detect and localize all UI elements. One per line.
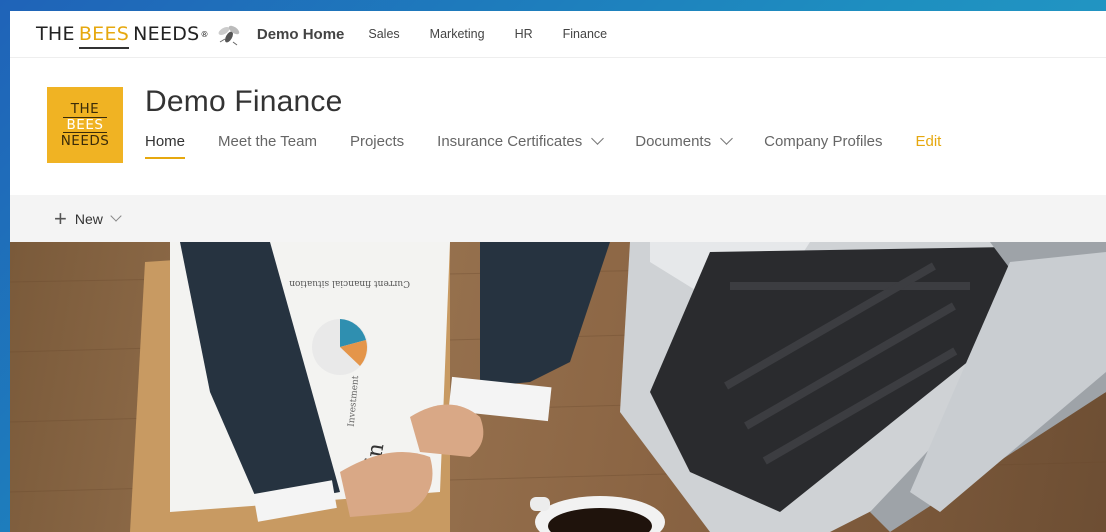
new-button-label: New — [74, 210, 103, 227]
site-top-navigation: Home Meet the Team Projects Insurance Ce… — [145, 132, 974, 159]
command-bar: + New — [10, 195, 1106, 242]
hub-brand-logo[interactable]: THE BEES NEEDS ® — [36, 23, 209, 49]
chevron-down-icon — [110, 209, 122, 222]
hub-link-finance[interactable]: Finance — [563, 27, 607, 41]
nav-label: Documents — [635, 133, 712, 150]
hub-link-hr[interactable]: HR — [515, 27, 533, 41]
hero-photo-illustration: Current financial situation Fin Investme… — [10, 242, 1106, 532]
site-info: Demo Finance Home Meet the Team Projects… — [145, 85, 974, 195]
nav-label: Home — [145, 133, 186, 150]
brand-word-bees: BEES — [78, 23, 130, 49]
nav-label: Meet the Team — [218, 133, 317, 150]
registered-mark: ® — [200, 29, 209, 39]
site-logo[interactable]: THE BEES NEEDS — [47, 87, 123, 163]
nav-item-projects[interactable]: Projects — [350, 133, 404, 150]
site-logo-the: THE — [70, 101, 100, 117]
nav-item-company-profiles[interactable]: Company Profiles — [764, 133, 882, 150]
chevron-down-icon — [720, 132, 733, 145]
site-logo-needs: NEEDS — [60, 133, 110, 149]
paper-heading: Current financial situation — [289, 278, 410, 288]
nav-item-documents[interactable]: Documents — [635, 132, 733, 150]
nav-item-insurance-certificates[interactable]: Insurance Certificates — [437, 132, 605, 150]
bee-icon — [218, 25, 240, 46]
edit-navigation-link[interactable]: Edit — [916, 133, 942, 150]
hub-link-marketing[interactable]: Marketing — [430, 27, 485, 41]
nav-label: Projects — [349, 133, 405, 150]
hub-navigation-bar: THE BEES NEEDS ® Demo Home Sales Marketi… — [10, 11, 1106, 58]
new-button[interactable]: + New — [54, 205, 122, 231]
site-logo-bees: BEES — [62, 117, 108, 133]
plus-icon: + — [54, 205, 67, 231]
hub-link-sales[interactable]: Sales — [368, 27, 399, 41]
site-title[interactable]: Demo Finance — [145, 85, 974, 119]
brand-word-the: THE — [36, 23, 75, 45]
chevron-down-icon — [591, 132, 605, 145]
sharepoint-page: THE BEES NEEDS ® Demo Home Sales Marketi… — [10, 11, 1106, 532]
hub-link-demo-home[interactable]: Demo Home — [257, 26, 345, 43]
nav-item-meet-the-team[interactable]: Meet the Team — [218, 133, 317, 150]
brand-word-needs: NEEDS — [133, 23, 200, 45]
nav-label: Company Profiles — [764, 133, 883, 150]
nav-label: Insurance Certificates — [437, 133, 583, 150]
site-header: THE BEES NEEDS Demo Finance Home Meet th… — [10, 58, 1106, 195]
nav-item-home[interactable]: Home — [145, 133, 186, 159]
hero-image: Current financial situation Fin Investme… — [10, 242, 1106, 532]
